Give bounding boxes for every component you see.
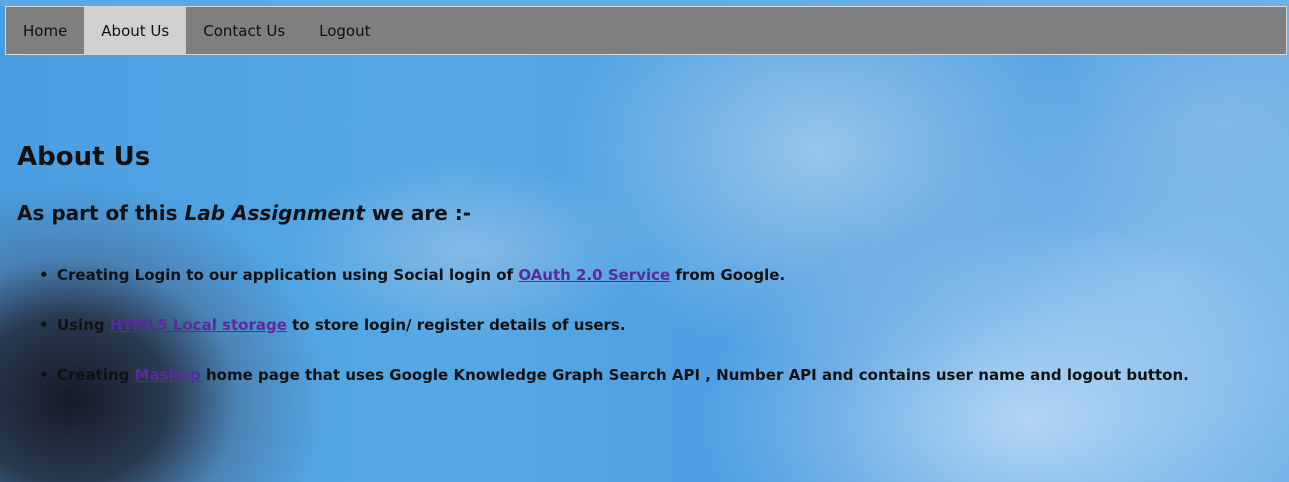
- section-subtitle: As part of this Lab Assignment we are :-: [17, 199, 1272, 227]
- list-item-suffix: from Google.: [670, 266, 786, 284]
- list-item-prefix: Creating Login to our application using …: [57, 266, 519, 284]
- mashup-link[interactable]: Mashup: [135, 366, 201, 384]
- nav-contact-us-link[interactable]: Contact Us: [186, 7, 302, 54]
- bullet-icon: •: [39, 366, 49, 384]
- navbar: Home About Us Contact Us Logout: [5, 6, 1287, 55]
- subtitle-prefix: As part of this: [17, 201, 185, 225]
- list-item-prefix: Using: [57, 316, 110, 334]
- nav-logout-link[interactable]: Logout: [302, 7, 387, 54]
- list-item-suffix: to store login/ register details of user…: [286, 316, 626, 334]
- list-item-prefix: Creating: [57, 366, 135, 384]
- subtitle-suffix: we are :-: [364, 201, 472, 225]
- list-item: • Creating Mashup home page that uses Goo…: [39, 365, 1272, 385]
- list-item: • Creating Login to our application using…: [39, 265, 1272, 285]
- subtitle-emphasis: Lab Assignment: [184, 201, 365, 225]
- html5-local-storage-link[interactable]: HTML5 Local storage: [110, 316, 287, 334]
- list-item-suffix: home page that uses Google Knowledge Gra…: [200, 366, 1189, 384]
- oauth-service-link[interactable]: OAuth 2.0 Service: [518, 266, 670, 284]
- bullet-icon: •: [39, 316, 49, 334]
- list-item: • Using HTML5 Local storage to store logi…: [39, 315, 1272, 335]
- nav-about-us-link[interactable]: About Us: [84, 7, 187, 54]
- nav-home-link[interactable]: Home: [6, 7, 84, 54]
- bullet-icon: •: [39, 266, 49, 284]
- assignment-list: • Creating Login to our application using…: [17, 265, 1272, 385]
- page-title: About Us: [17, 142, 151, 172]
- main-content: About Us As part of this Lab Assignment …: [17, 139, 1272, 415]
